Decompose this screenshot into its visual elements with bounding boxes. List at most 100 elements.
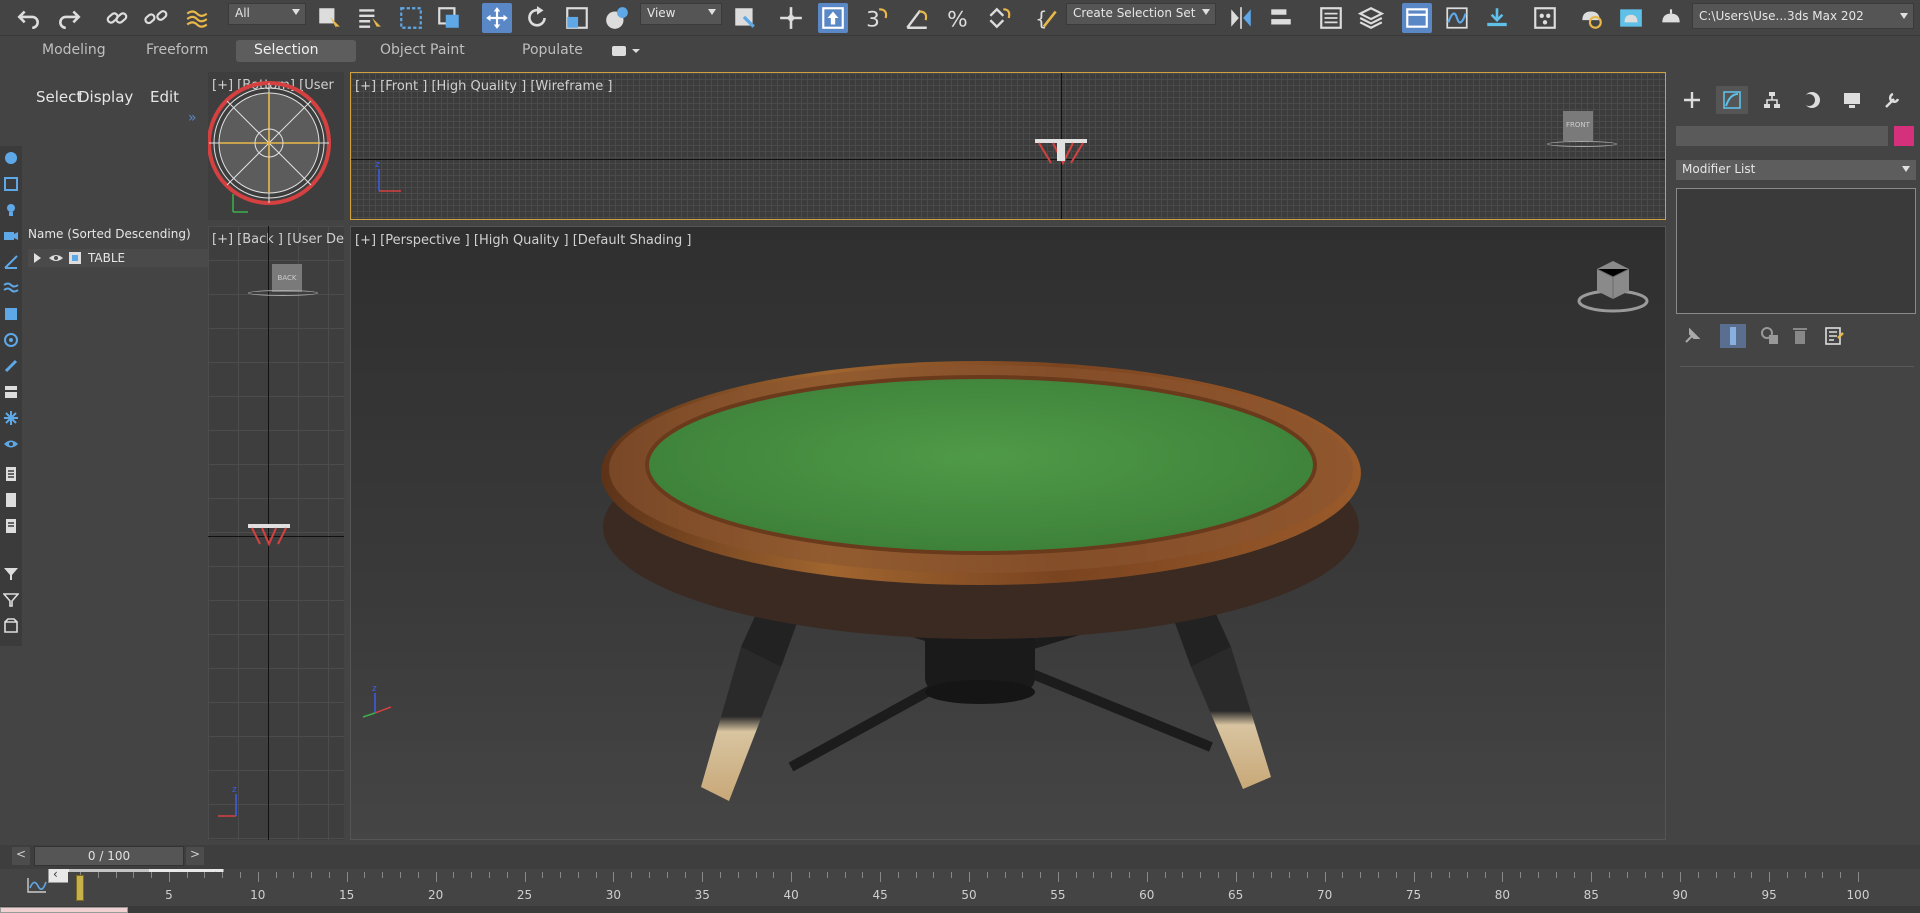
tab-object-paint[interactable]: Object Paint [362,40,483,62]
previous-frame-button[interactable]: < [12,847,30,865]
select-and-rotate-icon[interactable] [522,3,552,33]
redo-icon[interactable] [54,3,84,33]
configure-modifier-sets-icon[interactable] [1824,326,1844,346]
viewport-bottom[interactable]: [+] [Bottom] [User [208,72,344,220]
viewcube-back[interactable]: BACK [272,264,302,292]
select-manipulate-icon[interactable] [776,3,806,33]
spinner-snap-icon[interactable] [984,3,1014,33]
unlink-icon[interactable] [141,3,171,33]
object-color-swatch[interactable] [1894,126,1914,146]
create-helpers-icon[interactable] [3,254,19,270]
project-path-dropdown[interactable]: C:\Users\Use...3ds Max 202 [1692,3,1914,29]
create-particles-icon[interactable] [3,332,19,348]
list-document-icon[interactable] [3,518,19,534]
display-tab-icon[interactable] [1836,86,1868,114]
select-and-move-icon[interactable] [482,3,512,33]
toggle-layer-explorer-icon[interactable] [1356,3,1386,33]
snaps-toggle-icon[interactable]: 3 [862,3,892,33]
place-icon[interactable] [602,3,632,33]
scroll-left-icon[interactable]: ‹ [53,867,58,881]
make-unique-icon[interactable] [1760,326,1780,346]
tab-selection[interactable]: Selection [236,40,356,62]
keyboard-shortcut-override-icon[interactable] [818,3,848,33]
create-shapes-icon[interactable] [3,176,19,192]
expand-chevron-icon[interactable]: » [188,110,197,126]
show-end-result-icon[interactable] [1720,324,1746,348]
viewport-label[interactable]: [+] [Back ] [User De [212,232,344,247]
open-mini-curve-editor-icon[interactable] [26,876,48,894]
tab-freeform[interactable]: Freeform [128,40,226,62]
named-selection-dropdown[interactable]: Create Selection Set [1066,3,1216,25]
ribbon-options-icon[interactable] [612,44,642,58]
align-icon[interactable] [1266,3,1296,33]
motion-tab-icon[interactable] [1796,86,1828,114]
pivot-center-icon[interactable] [730,3,760,33]
object-name-field[interactable] [1676,126,1888,146]
utilities-tab-icon[interactable] [1876,86,1908,114]
filter-layers-icon[interactable] [3,566,19,582]
rectangular-selection-icon[interactable] [396,3,426,33]
modifier-stack[interactable] [1676,188,1916,314]
visibility-eye-icon[interactable] [48,252,64,264]
modifier-list-dropdown[interactable]: Modifier List [1676,160,1916,180]
render-setup-icon[interactable] [1576,3,1606,33]
viewport-front[interactable]: [+] [Front ] [High Quality ] [Wireframe … [350,72,1666,220]
select-and-scale-icon[interactable] [562,3,592,33]
eye-icon[interactable] [3,436,19,452]
viewport-perspective[interactable]: [+] [Perspective ] [High Quality ] [Defa… [350,226,1666,840]
hierarchy-tab-icon[interactable] [1756,86,1788,114]
pin-stack-icon[interactable] [1682,326,1702,346]
viewport-back[interactable]: [+] [Back ] [User De BACK z [208,226,344,840]
angle-snap-icon[interactable] [902,3,932,33]
viewcube-ring[interactable] [1547,141,1617,147]
reference-coordinate-dropdown[interactable]: View [640,3,722,25]
create-tab-icon[interactable] [1676,86,1708,114]
snowflake-icon[interactable] [3,410,19,426]
timeline-playhead[interactable] [76,875,84,901]
table-row[interactable]: TABLE [28,249,224,267]
material-editor-icon[interactable] [1530,3,1560,33]
explorer-menu-display[interactable]: Display [78,88,133,106]
layer-sheet-icon[interactable] [3,618,19,634]
create-doors-icon[interactable] [3,384,19,400]
time-slider[interactable]: 0 / 100 [34,846,184,866]
rendered-frame-window-icon[interactable] [1616,3,1646,33]
timeline-ruler[interactable]: 0510152025303540455055606570758085909510… [68,872,1869,906]
tab-modeling[interactable]: Modeling [24,40,124,62]
percent-snap-icon[interactable]: % [944,3,974,33]
viewport-label[interactable]: [+] [Front ] [High Quality ] [Wireframe … [355,79,612,94]
create-lights-icon[interactable] [3,202,19,218]
window-crossing-icon[interactable] [434,3,464,33]
next-frame-button[interactable]: > [186,847,204,865]
filter-icon[interactable] [2,592,20,608]
select-by-name-icon[interactable] [354,3,384,33]
bind-space-warp-icon[interactable] [182,3,212,33]
mirror-icon[interactable] [1226,3,1256,33]
select-object-icon[interactable] [314,3,344,33]
schematic-view-icon[interactable] [1482,3,1512,33]
viewcube-perspective[interactable] [1573,257,1653,317]
create-systems-icon[interactable] [3,306,19,322]
selection-filter-dropdown[interactable]: All [228,3,306,25]
edit-named-selection-icon[interactable]: { [1032,3,1062,33]
toggle-scene-explorer-icon[interactable] [1316,3,1346,33]
tab-populate[interactable]: Populate [504,40,601,62]
viewcube-ring[interactable] [248,290,318,296]
create-bones-icon[interactable] [3,358,19,374]
toggle-ribbon-icon[interactable] [1402,3,1432,33]
viewcube-front[interactable]: FRONT [1563,111,1593,141]
curve-editor-icon[interactable] [1442,3,1472,33]
render-production-icon[interactable] [1656,3,1686,33]
sheet-icon[interactable] [3,492,19,508]
explorer-menu-edit[interactable]: Edit [150,88,179,106]
create-space-warps-icon[interactable] [3,280,19,296]
remove-modifier-icon[interactable] [1790,326,1810,346]
maxscript-listener[interactable] [0,907,128,913]
create-geometry-icon[interactable] [3,150,19,166]
undo-icon[interactable] [14,3,44,33]
link-icon[interactable] [102,3,132,33]
explorer-column-header[interactable]: Name (Sorted Descending) [28,227,191,241]
explorer-menu-select[interactable]: Select [36,88,82,106]
create-cameras-icon[interactable] [3,228,19,244]
document-icon[interactable] [3,466,19,482]
